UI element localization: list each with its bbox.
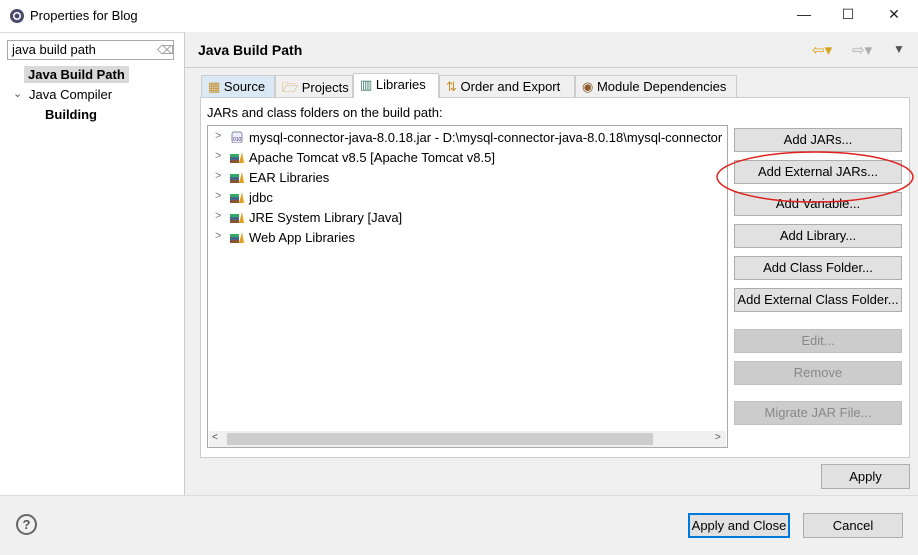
view-menu-icon[interactable]: ▼ — [893, 42, 905, 56]
tab-projects[interactable]: 🗁 Projects — [275, 75, 353, 98]
maximize-button[interactable]: ☐ — [838, 6, 858, 26]
order-arrows-icon: ⇅ — [446, 79, 457, 94]
list-item[interactable]: > Web App Libraries — [208, 228, 727, 248]
scroll-right-icon[interactable]: > — [715, 432, 721, 443]
library-icon — [230, 192, 244, 203]
scroll-left-icon[interactable]: < — [212, 432, 218, 443]
cancel-button[interactable]: Cancel — [803, 513, 903, 538]
preferences-tree-panel: java build path ⌫ Java Build Path ⌄ Java… — [0, 32, 185, 495]
source-folder-icon: ▦ — [208, 79, 221, 94]
chevron-right-icon[interactable]: > — [215, 130, 221, 142]
horizontal-scrollbar[interactable]: < > — [209, 431, 726, 447]
migrate-jar-file-button: Migrate JAR File... — [734, 401, 902, 425]
add-library-button[interactable]: Add Library... — [734, 224, 902, 248]
forward-arrow-icon[interactable]: ⇨▾ — [852, 41, 872, 59]
chevron-right-icon[interactable]: > — [215, 150, 221, 162]
list-item-label: Apache Tomcat v8.5 [Apache Tomcat v8.5] — [249, 150, 495, 165]
tab-label: Order and Export — [460, 79, 561, 94]
library-icon: ▥ — [360, 77, 373, 92]
list-item-label: Web App Libraries — [249, 230, 355, 245]
list-item[interactable]: > Apache Tomcat v8.5 [Apache Tomcat v8.5] — [208, 148, 727, 168]
tab-libraries[interactable]: ▥ Libraries — [353, 73, 439, 98]
tab-module-dependencies[interactable]: ◉ Module Dependencies — [575, 75, 737, 98]
eclipse-gear-icon — [10, 9, 24, 23]
jar-icon: 010 — [231, 131, 243, 143]
list-item-label: jdbc — [249, 190, 273, 205]
module-icon: ◉ — [582, 79, 594, 94]
tab-label: Source — [223, 79, 266, 94]
library-icon — [230, 232, 244, 243]
remove-button: Remove — [734, 361, 902, 385]
library-icon — [230, 152, 244, 163]
list-item[interactable]: > jdbc — [208, 188, 727, 208]
chevron-down-icon[interactable]: ⌄ — [13, 87, 22, 100]
add-external-class-folder-button[interactable]: Add External Class Folder... — [734, 288, 902, 312]
tab-label: Projects — [301, 80, 349, 95]
list-item[interactable]: > JRE System Library [Java] — [208, 208, 727, 228]
window-title: Properties for Blog — [30, 8, 138, 23]
list-item[interactable]: >010 mysql-connector-java-8.0.18.jar - D:… — [208, 128, 727, 148]
title-bar: Properties for Blog — ☐ ✕ — [0, 0, 918, 32]
edit-button: Edit... — [734, 329, 902, 353]
help-icon[interactable]: ? — [16, 514, 37, 535]
chevron-right-icon[interactable]: > — [215, 230, 221, 242]
apply-and-close-button[interactable]: Apply and Close — [688, 513, 790, 538]
chevron-right-icon[interactable]: > — [215, 190, 221, 202]
scrollbar-thumb[interactable] — [227, 433, 653, 445]
red-annotation-circle — [716, 151, 914, 203]
list-item-label: JRE System Library [Java] — [249, 210, 403, 225]
list-label: JARs and class folders on the build path… — [207, 105, 443, 120]
minimize-button[interactable]: — — [794, 6, 814, 26]
library-icon — [230, 212, 244, 223]
tab-order-and-export[interactable]: ⇅ Order and Export — [439, 75, 575, 98]
tree-item-java-compiler[interactable]: Java Compiler — [29, 87, 112, 102]
svg-text:010: 010 — [233, 137, 242, 143]
back-arrow-icon[interactable]: ⇦▾ — [812, 41, 832, 59]
library-icon — [230, 172, 244, 183]
tab-label: Libraries — [375, 77, 426, 92]
tab-source[interactable]: ▦ Source — [201, 75, 275, 98]
list-item-label: mysql-connector-java-8.0.18.jar - D:\mys… — [249, 130, 723, 145]
list-item-label: EAR Libraries — [249, 170, 330, 185]
filter-input[interactable]: java build path — [7, 40, 174, 60]
clear-filter-icon[interactable]: ⌫ — [157, 43, 174, 57]
libraries-tree[interactable]: >010 mysql-connector-java-8.0.18.jar - D:… — [207, 125, 728, 448]
tree-item-java-build-path[interactable]: Java Build Path — [24, 66, 129, 83]
list-item[interactable]: > EAR Libraries — [208, 168, 727, 188]
chevron-right-icon[interactable]: > — [215, 210, 221, 222]
add-class-folder-button[interactable]: Add Class Folder... — [734, 256, 902, 280]
divider — [185, 67, 918, 68]
page-title: Java Build Path — [198, 42, 303, 58]
tab-label: Module Dependencies — [596, 79, 727, 94]
chevron-right-icon[interactable]: > — [215, 170, 221, 182]
apply-button[interactable]: Apply — [821, 464, 910, 489]
folder-icon: 🗁 — [282, 80, 299, 95]
tree-item-building[interactable]: Building — [45, 107, 97, 122]
close-button[interactable]: ✕ — [884, 6, 904, 26]
